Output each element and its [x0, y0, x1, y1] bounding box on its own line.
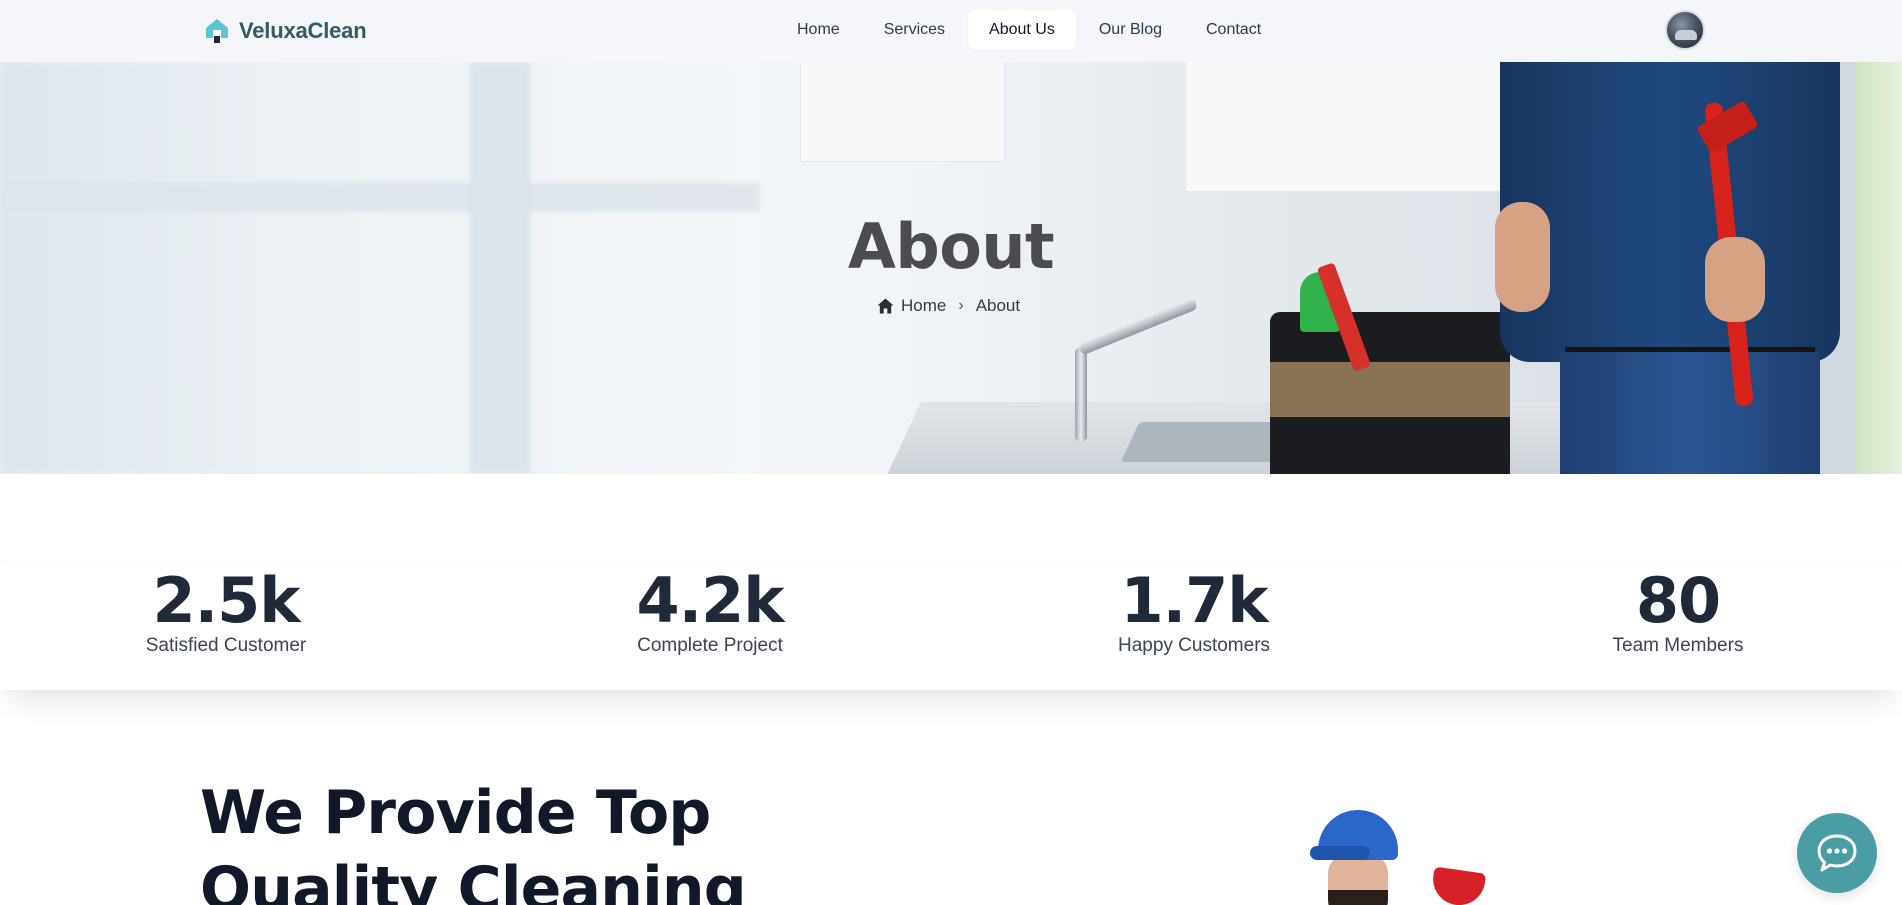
breadcrumb-home[interactable]: Home — [877, 296, 946, 316]
stat-label: Complete Project — [637, 635, 783, 656]
stat-value: 80 — [1635, 564, 1721, 637]
chat-bubble-icon — [1817, 834, 1857, 872]
main-nav: Home Services About Us Our Blog Contact — [776, 10, 1282, 50]
stat-item: 2.5k Satisfied Customer — [76, 565, 376, 657]
stat-item: 1.7k Happy Customers — [1044, 565, 1344, 657]
avatar-image — [1675, 30, 1697, 40]
section-title: We Provide Top Quality Cleaning — [200, 778, 747, 905]
user-avatar[interactable] — [1665, 10, 1705, 50]
stat-label: Team Members — [1612, 635, 1744, 656]
brand-logo[interactable]: VeluxaClean — [205, 18, 367, 44]
breadcrumb-current: About — [975, 296, 1021, 315]
hero-faucet-arm — [1077, 297, 1199, 356]
cleaner-cap-brim — [1310, 846, 1370, 860]
hero-toolbag-band — [1270, 362, 1510, 417]
nav-about-us[interactable]: About Us — [968, 10, 1076, 50]
chevron-right-icon: › — [958, 297, 964, 314]
stat-label: Satisfied Customer — [145, 635, 307, 656]
stat-value: 1.7k — [1120, 564, 1268, 637]
stats-bar: 2.5k Satisfied Customer 4.2k Complete Pr… — [0, 565, 1902, 690]
hero-cabinet — [1185, 62, 1515, 192]
stat-value: 2.5k — [152, 564, 300, 637]
hero-faucet — [1075, 347, 1087, 442]
stat-item: 80 Team Members — [1528, 565, 1828, 657]
nav-contact[interactable]: Contact — [1185, 10, 1282, 50]
stat-item: 4.2k Complete Project — [560, 565, 860, 657]
hero-cabinet — [800, 62, 1005, 162]
brand-name: VeluxaClean — [239, 18, 367, 43]
home-icon — [877, 298, 894, 314]
breadcrumb-home-label: Home — [901, 296, 947, 315]
hero-worker-jeans — [1560, 352, 1820, 474]
nav-services[interactable]: Services — [863, 10, 966, 50]
stat-value: 4.2k — [636, 564, 784, 637]
house-logo-icon — [206, 19, 228, 43]
nav-home[interactable]: Home — [776, 10, 861, 50]
stat-label: Happy Customers — [1117, 635, 1271, 656]
nav-our-blog[interactable]: Our Blog — [1078, 10, 1183, 50]
cleaner-beard — [1328, 890, 1388, 905]
plunger-image — [1429, 866, 1487, 905]
chat-button[interactable] — [1797, 813, 1877, 893]
breadcrumb: Home › About — [877, 296, 1020, 316]
navbar: VeluxaClean Home Services About Us Our B… — [0, 0, 1902, 62]
page-title: About — [847, 210, 1055, 283]
